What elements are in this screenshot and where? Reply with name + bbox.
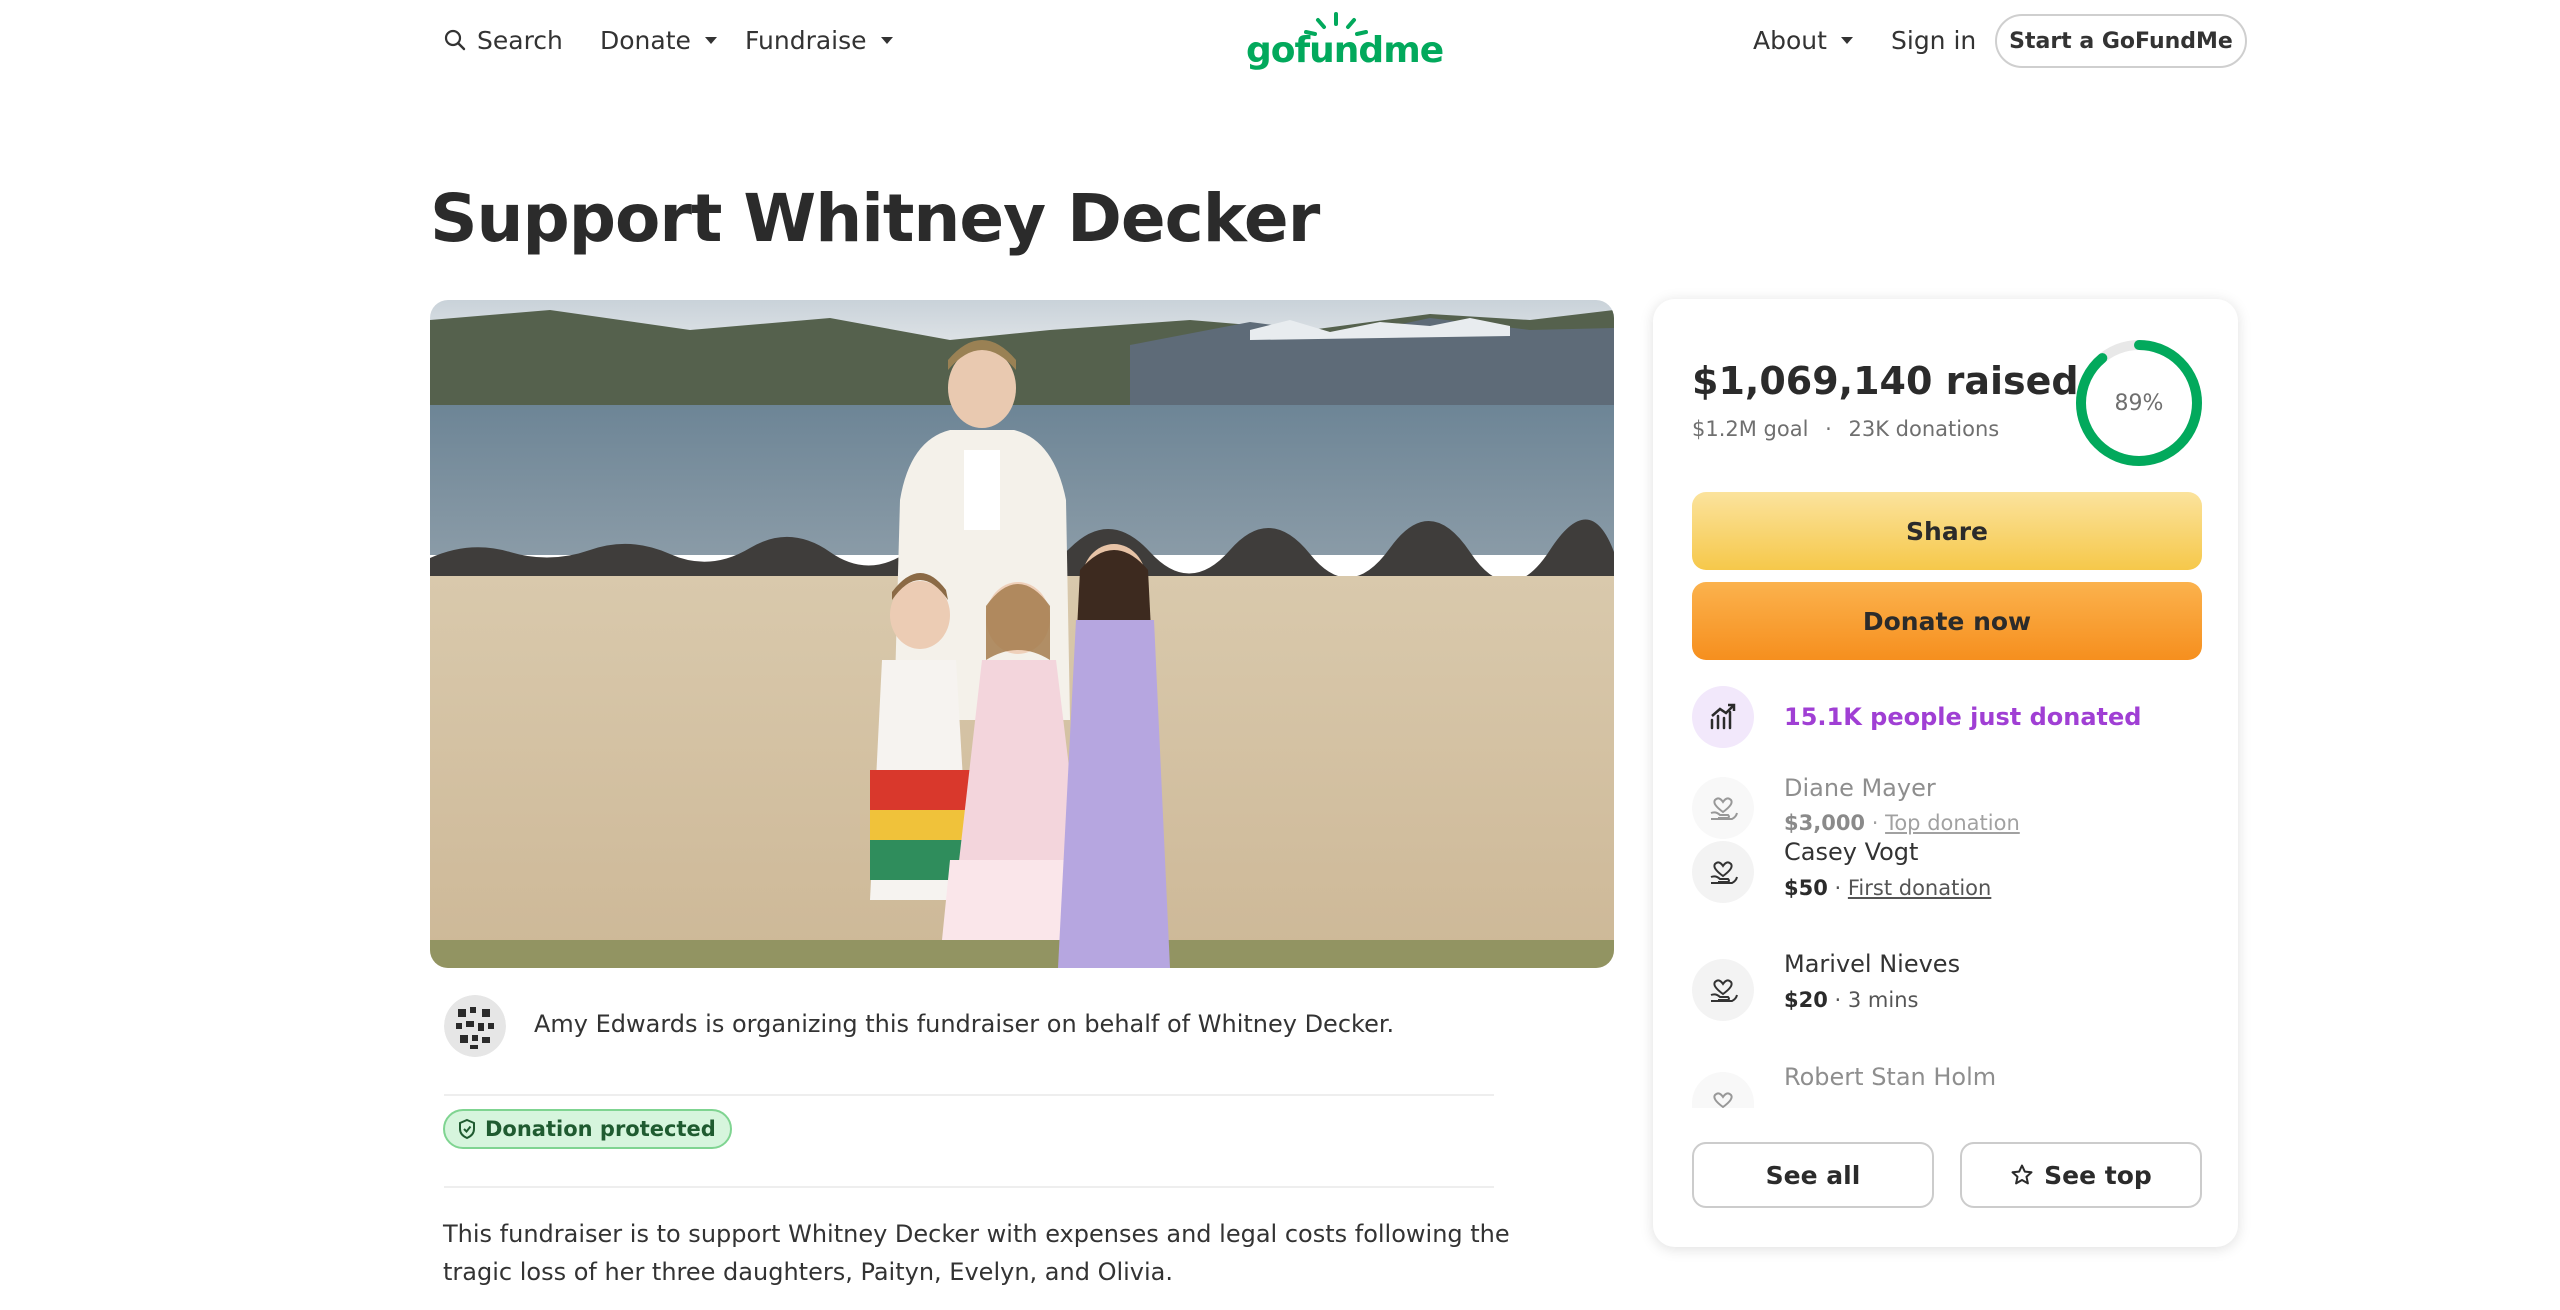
donor-amount: $20 <box>1784 988 1828 1012</box>
fundraise-menu-label: Fundraise <box>745 25 867 55</box>
donor-avatar <box>1692 777 1754 839</box>
heart-hand-icon <box>1710 797 1738 820</box>
heart-hand-icon <box>1710 861 1738 884</box>
top-donation-link[interactable]: Top donation <box>1885 811 2020 835</box>
shield-icon <box>459 1118 475 1140</box>
about-menu[interactable]: About <box>1753 22 1853 58</box>
heart-hand-icon <box>1710 979 1738 1002</box>
donation-protected-label: Donation protected <box>485 1117 716 1141</box>
donor-amount: $3,000 <box>1784 811 1866 835</box>
separator-dot: · <box>1865 811 1886 835</box>
donate-menu[interactable]: Donate <box>600 22 717 58</box>
see-all-label: See all <box>1765 1160 1861 1190</box>
chevron-down-icon <box>1840 36 1853 44</box>
campaign-story: This fundraiser is to support Whitney De… <box>443 1220 1510 1286</box>
donor-amount-line: $3,000 · Top donation <box>1784 811 2020 835</box>
see-top-label: See top <box>2044 1160 2152 1190</box>
donor-name: Casey Vogt <box>1784 838 1919 866</box>
donor-name: Marivel Nieves <box>1784 950 1961 978</box>
see-top-button[interactable]: See top <box>1960 1142 2202 1208</box>
donation-count: 23K donations <box>1848 417 2000 441</box>
chevron-down-icon <box>880 36 893 44</box>
divider <box>444 1094 1494 1096</box>
top-navigation: Search Donate Fundraise gofundme About S… <box>0 0 2560 80</box>
trending-up-icon <box>1710 703 1736 730</box>
sign-in-link[interactable]: Sign in <box>1891 22 1976 58</box>
separator-dot: · <box>1827 876 1848 900</box>
donor-avatar <box>1692 1072 1754 1108</box>
goal-summary: $1.2M goal · 23K donations <box>1692 417 1999 441</box>
trend-badge <box>1692 686 1754 748</box>
donor-name: Diane Mayer <box>1784 774 1936 802</box>
page-title: Support Whitney Decker <box>430 180 1320 257</box>
donor-avatar <box>1692 959 1754 1021</box>
goal-amount: $1.2M goal <box>1692 417 1809 441</box>
logo-wordmark: gofundme <box>1246 30 1444 71</box>
gofundme-logo[interactable]: gofundme <box>1246 6 1444 76</box>
organizer-avatar[interactable] <box>444 995 506 1057</box>
organizer-text: Amy Edwards is organizing this fundraise… <box>534 1010 1395 1038</box>
separator-dot: · <box>1825 417 1832 441</box>
recent-donations-text: 15.1K people just donated <box>1784 703 2142 731</box>
donor-avatar <box>1692 841 1754 903</box>
separator-dot: · <box>1827 988 1848 1012</box>
donor-amount-line: $20 · 3 mins <box>1784 988 1918 1012</box>
star-icon <box>2011 1164 2033 1185</box>
fundraise-menu[interactable]: Fundraise <box>745 22 893 58</box>
campaign-photo[interactable] <box>430 300 1614 968</box>
search-label: Search <box>477 25 563 55</box>
campaign-photo-image <box>430 300 1614 968</box>
search-link[interactable]: Search <box>443 22 563 58</box>
donor-amount-line: $50 · First donation <box>1784 876 1991 900</box>
sign-in-label: Sign in <box>1891 25 1977 55</box>
chevron-down-icon <box>704 36 717 44</box>
donation-time: 3 mins <box>1847 988 1919 1012</box>
see-all-button[interactable]: See all <box>1692 1142 1934 1208</box>
heart-hand-icon <box>1713 1092 1733 1108</box>
qr-avatar-image <box>444 995 506 1057</box>
share-button[interactable]: Share <box>1692 492 2202 570</box>
amount-raised: $1,069,140 raised <box>1692 359 2079 403</box>
first-donation-link[interactable]: First donation <box>1848 876 1991 900</box>
progress-percent: 89% <box>2114 390 2164 416</box>
divider <box>444 1186 1494 1188</box>
donor-name: Robert Stan Holm <box>1784 1063 1997 1091</box>
donate-menu-label: Donate <box>600 25 691 55</box>
about-menu-label: About <box>1753 25 1827 55</box>
start-gofundme-button[interactable]: Start a GoFundMe <box>1995 14 2247 68</box>
donation-card: $1,069,140 raised $1.2M goal · 23K donat… <box>1653 299 2238 1247</box>
donation-protected-badge[interactable]: Donation protected <box>443 1109 732 1149</box>
donate-now-button[interactable]: Donate now <box>1692 582 2202 660</box>
search-icon <box>444 29 466 51</box>
donor-amount: $50 <box>1784 876 1828 900</box>
